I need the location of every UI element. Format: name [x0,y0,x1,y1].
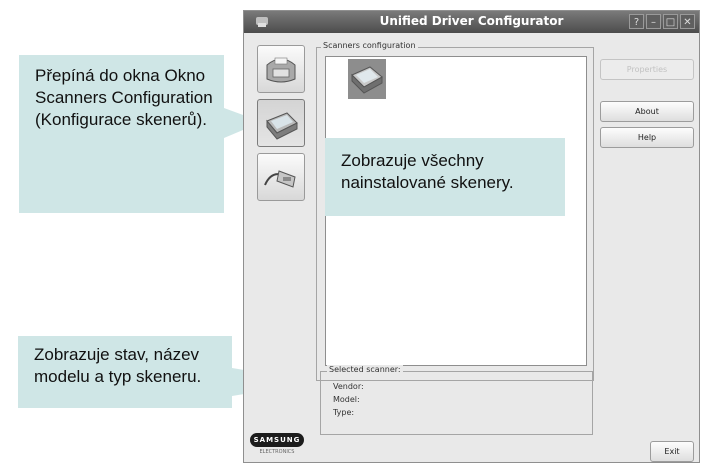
selected-scanner-label: Selected scanner: [327,365,403,374]
model-label: Model: [333,395,360,404]
mode-switch-callout: Přepíná do okna Okno Scanners Configurat… [19,55,224,213]
installed-scanner-item[interactable] [348,59,386,99]
title-bar: Unified Driver Configurator ? – □ ✕ [244,11,699,33]
scanner-icon [266,112,298,140]
scanner-icon [351,66,383,94]
close-button[interactable]: ✕ [680,14,695,29]
maximize-button[interactable]: □ [663,14,678,29]
unified-driver-configurator-window: Unified Driver Configurator ? – □ ✕ Scan… [243,10,700,463]
scanners-configuration-button[interactable] [257,99,305,147]
exit-button[interactable]: Exit [650,441,694,462]
vendor-label: Vendor: [333,382,364,391]
printer-icon [266,57,296,83]
brand-sub-text: ELECTRONICS [259,449,295,455]
help-button[interactable]: Help [600,127,694,148]
samsung-logo: SAMSUNG ELECTRONICS [250,433,304,455]
scanners-configuration-label: Scanners configuration [321,41,418,50]
status-callout-text: Zobrazuje stav, název modelu a typ skene… [34,345,202,386]
properties-button[interactable]: Properties [600,59,694,80]
minimize-button[interactable]: – [646,14,661,29]
installed-scanners-callout: Zobrazuje všechny nainstalované skenery. [325,138,565,216]
mode-switch-callout-text: Přepíná do okna Okno Scanners Configurat… [35,66,213,129]
installed-scanners-callout-text: Zobrazuje všechny nainstalované skenery. [341,151,514,192]
selected-scanner-group: Selected scanner: Vendor: Model: Type: [320,365,593,435]
type-label: Type: [333,408,355,417]
help-window-button[interactable]: ? [629,14,644,29]
brand-logo-text: SAMSUNG [250,433,304,447]
about-button[interactable]: About [600,101,694,122]
printers-configuration-button[interactable] [257,45,305,93]
ports-configuration-button[interactable] [257,153,305,201]
port-icon [264,170,296,188]
window-controls: ? – □ ✕ [629,14,695,29]
status-callout: Zobrazuje stav, název modelu a typ skene… [18,336,232,408]
